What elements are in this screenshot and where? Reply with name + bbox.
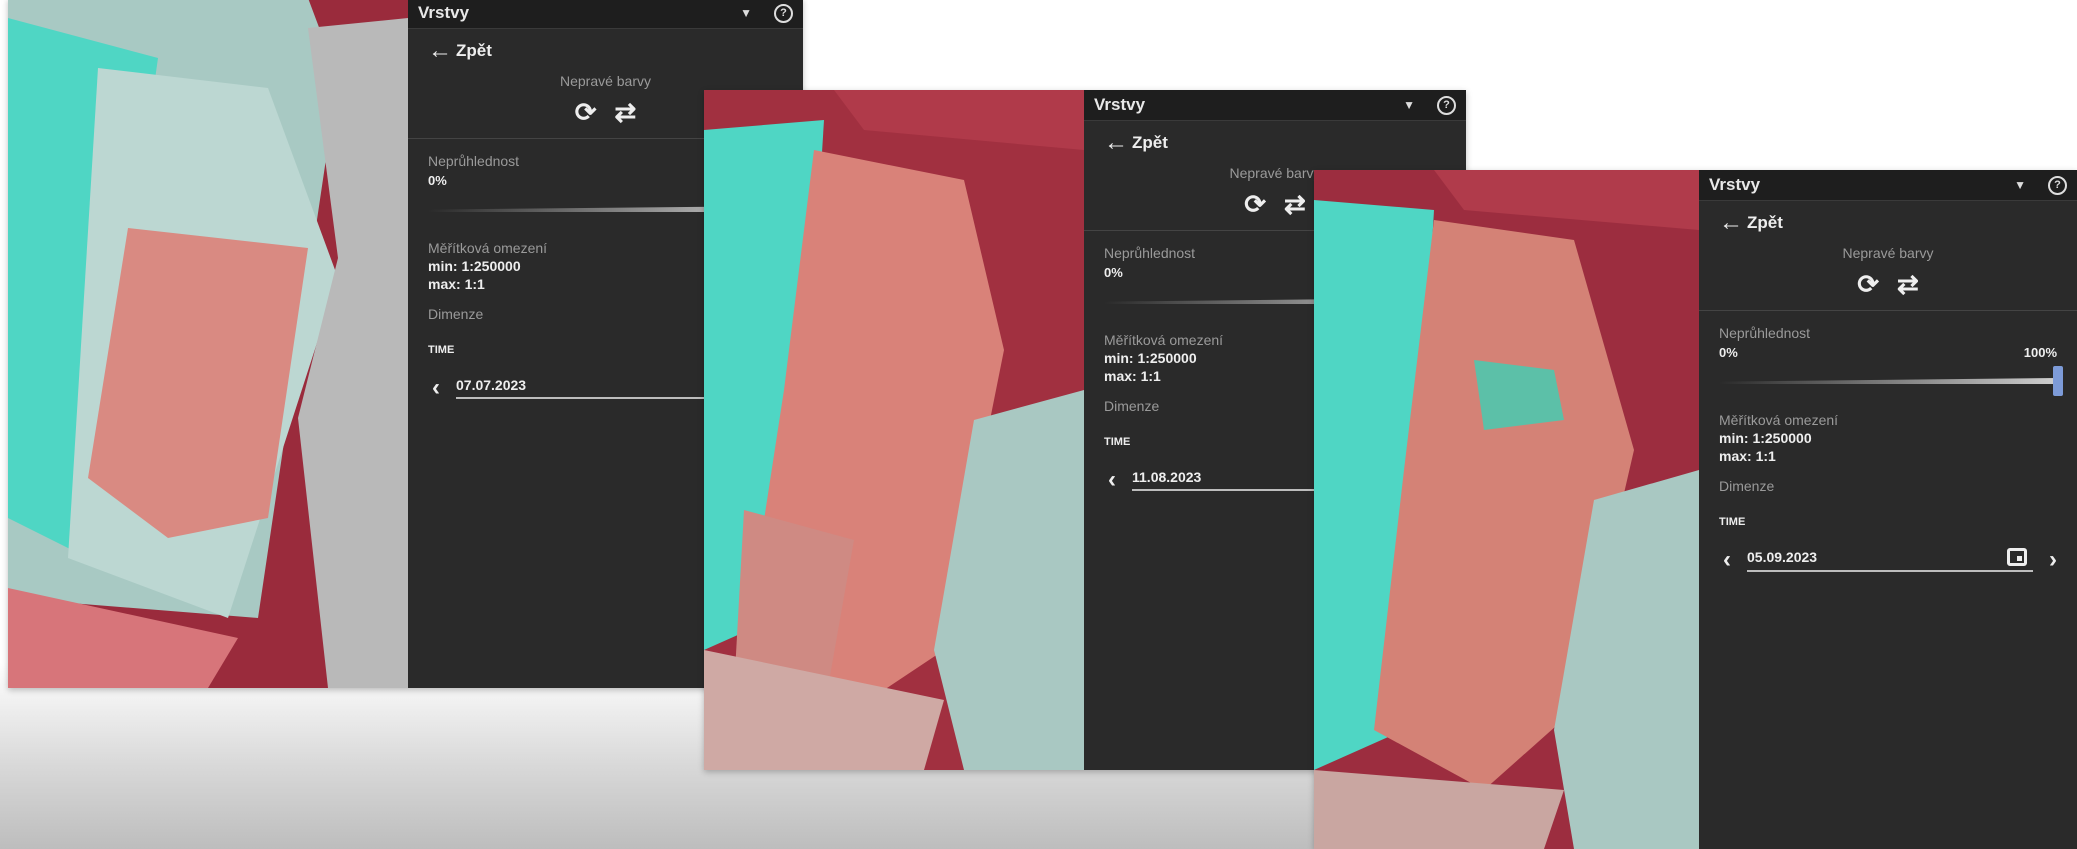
back-button[interactable]: ← Zpět <box>1084 121 1466 155</box>
reset-icon[interactable]: ⟳ <box>1244 189 1266 220</box>
help-icon[interactable]: ? <box>1437 95 1456 115</box>
back-label: Zpět <box>1747 213 1783 232</box>
scale-max: max: 1:1 <box>1719 448 1776 464</box>
back-button[interactable]: ← Zpět <box>1699 201 2077 235</box>
refresh-icon[interactable]: ⇄ <box>615 97 637 128</box>
chevron-down-icon[interactable]: ▼ <box>740 6 752 20</box>
arrow-left-icon: ← <box>1719 209 1743 236</box>
layer-panel: Vrstvy ▼ ? ← Zpět Nepravé barvy ⟳ ⇄ Nepr… <box>1699 170 2077 849</box>
refresh-icon[interactable]: ⇄ <box>1284 189 1306 220</box>
date-value: 05.09.2023 <box>1747 549 1818 565</box>
date-value: 11.08.2023 <box>1132 469 1202 485</box>
back-button[interactable]: ← Zpět <box>408 29 803 63</box>
opacity-min: 0% <box>1719 345 1738 360</box>
chevron-down-icon[interactable]: ▼ <box>1403 98 1415 112</box>
date-value: 07.07.2023 <box>456 377 527 393</box>
panel-title: Vrstvy <box>1094 95 1146 114</box>
satellite-map[interactable] <box>8 0 408 688</box>
style-name: Nepravé barvy <box>1842 245 1934 261</box>
back-label: Zpět <box>456 41 492 60</box>
screenshot-3: Vrstvy ▼ ? ← Zpět Nepravé barvy ⟳ ⇄ Nepr… <box>1314 170 2077 849</box>
divider <box>1699 310 2077 311</box>
chevron-left-icon[interactable]: ‹ <box>1715 546 1739 574</box>
help-icon[interactable]: ? <box>774 3 793 23</box>
style-actions: ⟳ ⇄ <box>1699 269 2077 300</box>
style-name: Nepravé barvy <box>559 73 652 89</box>
opacity-max: 100% <box>2023 345 2057 360</box>
opacity-min: 0% <box>428 173 447 188</box>
satellite-map[interactable] <box>704 90 1084 770</box>
chevron-left-icon[interactable]: ‹ <box>424 374 448 402</box>
panel-header: Vrstvy ▼ ? <box>1084 90 1466 121</box>
panel-header: Vrstvy ▼ ? <box>408 0 803 29</box>
opacity-label: Neprůhlednost <box>1719 325 1811 341</box>
arrow-left-icon: ← <box>428 37 452 64</box>
opacity-slider[interactable] <box>1719 366 2063 396</box>
slider-track <box>1719 378 2057 384</box>
reset-icon[interactable]: ⟳ <box>575 97 597 128</box>
chevron-right-icon[interactable]: › <box>2041 546 2065 574</box>
panel-header: Vrstvy ▼ ? <box>1699 170 2077 201</box>
chevron-left-icon[interactable]: ‹ <box>1100 466 1124 494</box>
refresh-icon[interactable]: ⇄ <box>1897 269 1919 300</box>
panel-title: Vrstvy <box>1709 175 1761 194</box>
time-label: TIME <box>1719 516 1746 528</box>
reset-icon[interactable]: ⟳ <box>1857 269 1879 300</box>
satellite-map[interactable] <box>1314 170 1699 849</box>
date-field[interactable]: 05.09.2023 <box>1747 548 2033 572</box>
panel-title: Vrstvy <box>418 3 470 22</box>
chevron-down-icon[interactable]: ▼ <box>2014 178 2026 192</box>
date-picker: ‹ 05.09.2023 › <box>1699 528 2077 574</box>
scale-label: Měřítková omezení <box>1719 412 1839 428</box>
screenshot-1: Vrstvy ▼ ? ← Zpět Nepravé barvy ⟳ ⇄ Nepr… <box>8 0 803 688</box>
scale-min: min: 1:250000 <box>1719 430 1812 446</box>
opacity-range: 0% 100% <box>1699 341 2077 360</box>
arrow-left-icon: ← <box>1104 129 1128 156</box>
calendar-icon[interactable] <box>2007 548 2027 566</box>
slider-thumb[interactable] <box>2053 366 2063 396</box>
opacity-min: 0% <box>1104 265 1123 280</box>
dimension-label: Dimenze <box>1719 478 1775 494</box>
help-icon[interactable]: ? <box>2048 175 2067 195</box>
back-label: Zpět <box>1132 133 1168 152</box>
